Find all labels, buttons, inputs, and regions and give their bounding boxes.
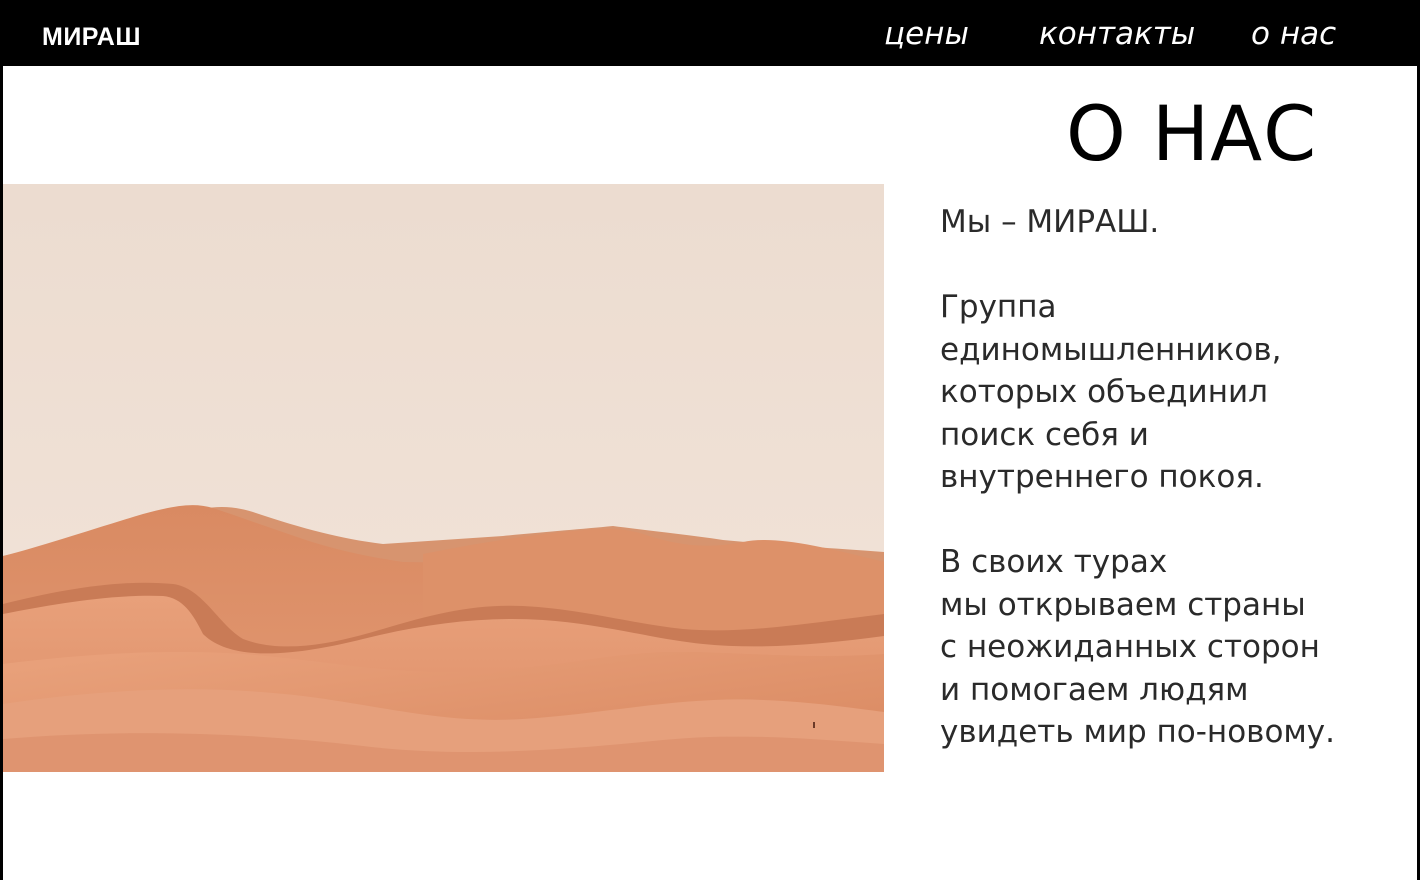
about-group-line: поиск себя и <box>940 416 1149 453</box>
about-group-line: единомышленников, <box>940 331 1282 368</box>
desert-dunes-image <box>3 184 884 772</box>
about-tours-line: увидеть мир по-новому. <box>940 714 1335 750</box>
about-group-line: внутреннего покоя. <box>940 459 1264 495</box>
about-group-line: которых объединил <box>940 374 1268 410</box>
nav-link-contacts[interactable]: контакты <box>1039 14 1195 54</box>
about-intro-paragraph: Мы – МИРАШ. <box>940 201 1390 244</box>
nav-link-prices[interactable]: цены <box>884 14 969 54</box>
about-group-paragraph: Группа единомышленников, которых объедин… <box>940 286 1390 499</box>
about-tours-line: и помогаем людям <box>940 671 1249 708</box>
top-navigation-bar: МИРАШ цены контакты о нас <box>0 0 1420 66</box>
about-tours-line: с неожиданных сторон <box>940 629 1320 665</box>
about-description: Мы – МИРАШ. Группа единомышленников, кот… <box>940 201 1390 754</box>
about-intro-line: Мы – МИРАШ. <box>940 204 1160 240</box>
about-group-line: Группа <box>940 289 1057 325</box>
about-tours-line: В своих турах <box>940 544 1168 580</box>
page-title: О НАС <box>1066 89 1318 178</box>
about-tours-line: мы открываем страны <box>940 586 1306 623</box>
nav-link-about[interactable]: о нас <box>1251 14 1336 54</box>
about-tours-paragraph: В своих турах мы открываем страны с неож… <box>940 541 1390 754</box>
site-logo[interactable]: МИРАШ <box>42 22 141 52</box>
